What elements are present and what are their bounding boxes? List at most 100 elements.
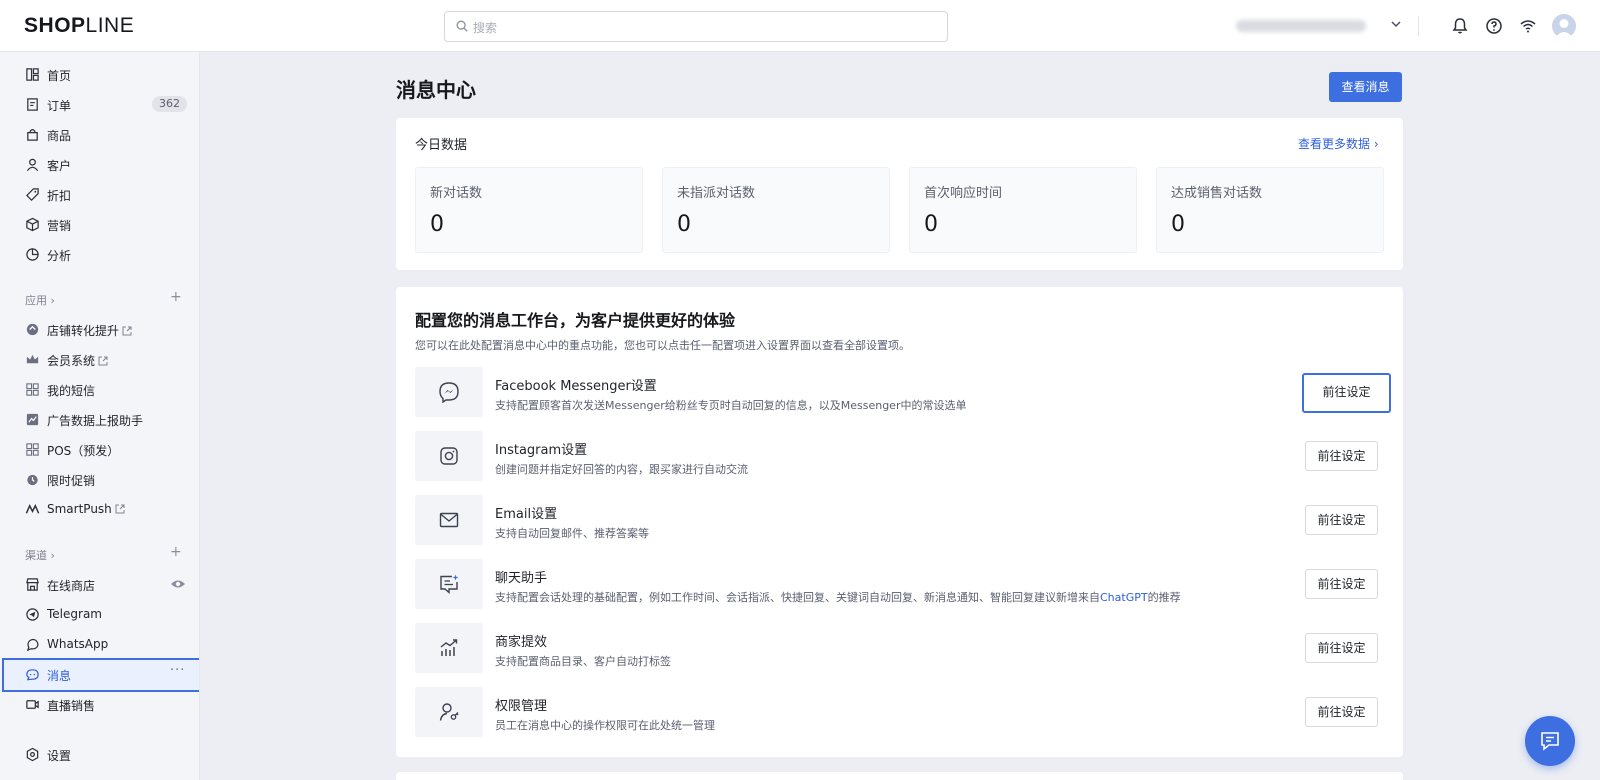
config-row-merchant-efficiency: 商家提效 支持配置商品目录、客户自动打标签 前往设定 (415, 623, 1385, 673)
sidebar-item-messages[interactable]: 消息 ··· (2, 658, 199, 692)
sidebar-item-orders[interactable]: 订单 362 (4, 90, 199, 120)
bag-icon (27, 128, 38, 141)
sidebar-item-label: 分析 (47, 249, 72, 263)
sidebar-item-label: 客户 (47, 159, 72, 173)
message-icon (26, 669, 39, 681)
config-row-instagram: Instagram设置 创建问题并指定好回答的内容，跟买家进行自动交流 前往设定 (415, 431, 1385, 481)
apps-grid-icon (26, 443, 39, 456)
config-description: 支持配置会话处理的基础配置，例如工作时间、会话指派、快捷回复、关键词自动回复、新… (495, 591, 1181, 604)
sidebar-item-customers[interactable]: 客户 (4, 150, 199, 180)
chatgpt-link[interactable]: ChatGPT (1100, 591, 1148, 604)
sidebar-item-membership[interactable]: 会员系统 (4, 345, 199, 375)
clock-icon (27, 474, 38, 486)
ad-chart-icon (26, 413, 39, 426)
view-messages-button[interactable]: 查看消息 (1329, 72, 1402, 102)
stat-label: 新对话数 (430, 186, 483, 201)
go-settings-button[interactable]: 前往设定 (1305, 569, 1378, 599)
sidebar-item-label: 限时促销 (47, 474, 96, 488)
sidebar-item-label: 首页 (47, 69, 72, 83)
stat-card: 首次响应时间 0 (909, 167, 1137, 253)
wifi-icon[interactable] (1518, 16, 1538, 36)
search-input[interactable]: 搜索 (444, 11, 948, 42)
help-icon[interactable] (1484, 16, 1504, 36)
store-switcher[interactable] (1236, 17, 1401, 33)
config-description: 支持自动回复邮件、推荐答案等 (495, 527, 649, 540)
next-card-edge (396, 772, 1403, 780)
sidebar-item-live-selling[interactable]: 直播销售 (4, 690, 199, 720)
more-options-icon[interactable]: ··· (170, 663, 185, 678)
sidebar-item-analytics[interactable]: 分析 (4, 240, 199, 270)
add-app-icon[interactable]: + (170, 289, 182, 305)
tag-icon (26, 188, 39, 201)
sidebar-item-store-conversion[interactable]: 店铺转化提升 (4, 315, 199, 345)
go-settings-button[interactable]: 前往设定 (1305, 505, 1378, 535)
sidebar-item-online-store[interactable]: 在线商店 (4, 570, 199, 600)
cube-icon (26, 217, 39, 232)
sidebar-item-settings[interactable]: 设置 (4, 740, 199, 770)
sidebar-item-label: WhatsApp (47, 637, 109, 651)
chat-support-button[interactable] (1525, 716, 1575, 766)
config-title: 商家提效 (495, 635, 548, 650)
sidebar-item-home[interactable]: 首页 (4, 60, 199, 90)
go-settings-button[interactable]: 前往设定 (1305, 633, 1378, 663)
go-settings-button[interactable]: 前往设定 (1305, 441, 1378, 471)
sidebar-item-label: Telegram (47, 607, 102, 621)
eye-icon[interactable] (170, 577, 186, 591)
user-icon (26, 158, 39, 171)
avatar[interactable] (1552, 14, 1576, 38)
sidebar-item-discounts[interactable]: 折扣 (4, 180, 199, 210)
stat-card: 达成销售对话数 0 (1156, 167, 1384, 253)
external-link-icon (98, 356, 108, 366)
stat-value: 0 (924, 212, 938, 237)
layout-icon (26, 68, 39, 81)
search-placeholder: 搜索 (473, 21, 498, 35)
config-description: 支持配置顾客首次发送Messenger给粉丝专页时自动回复的信息，以及Messe… (495, 399, 967, 412)
sidebar-item-flash-sale[interactable]: 限时促销 (4, 465, 199, 495)
conversion-app-icon (26, 323, 39, 336)
stat-label: 首次响应时间 (924, 186, 1003, 201)
config-row-messenger: Facebook Messenger设置 支持配置顾客首次发送Messenger… (415, 367, 1391, 417)
sidebar-item-smartpush[interactable]: SmartPush (4, 495, 199, 525)
sidebar-item-sms[interactable]: 我的短信 (4, 375, 199, 405)
sidebar-item-label: 我的短信 (47, 384, 96, 398)
sidebar-item-label: 商品 (47, 129, 72, 143)
stat-card: 新对话数 0 (415, 167, 643, 253)
whatsapp-icon (26, 638, 39, 652)
shopline-logo[interactable]: SHOPLINE (24, 14, 134, 38)
gear-icon (26, 747, 39, 762)
view-more-data-link[interactable]: 查看更多数据 › (1298, 135, 1379, 152)
sidebar-item-ad-data[interactable]: 广告数据上报助手 (4, 405, 199, 435)
bell-icon[interactable] (1450, 16, 1470, 36)
external-link-icon (122, 326, 132, 336)
sidebar-item-products[interactable]: 商品 (4, 120, 199, 150)
config-subline: 您可以在此处配置消息中心中的重点功能，您也可以点击任一配置项进入设置界面以查看全… (415, 339, 910, 352)
stat-label: 未指派对话数 (677, 186, 756, 201)
go-settings-button[interactable]: 前往设定 (1305, 697, 1378, 727)
sidebar-item-whatsapp[interactable]: WhatsApp (4, 630, 199, 660)
config-title: Email设置 (495, 507, 558, 522)
sidebar-item-label: 广告数据上报助手 (47, 414, 144, 428)
crown-icon (26, 354, 39, 364)
config-title: 权限管理 (495, 699, 548, 714)
icon-tile (415, 623, 483, 673)
config-row-chat-assistant: 聊天助手 支持配置会话处理的基础配置，例如工作时间、会话指派、快捷回复、关键词自… (415, 559, 1385, 609)
search-icon (456, 20, 468, 32)
today-data-card: 今日数据 查看更多数据 › 新对话数 0 未指派对话数 0 首次响应时间 0 达… (396, 118, 1403, 270)
sidebar-item-marketing[interactable]: 营销 (4, 210, 199, 240)
channels-section-header[interactable]: 渠道 › (25, 547, 55, 563)
sidebar-item-telegram[interactable]: Telegram (4, 600, 199, 630)
apps-section-header[interactable]: 应用 › (25, 292, 55, 308)
external-link-icon (115, 504, 125, 514)
chat-bubble-icon (1541, 732, 1559, 751)
go-settings-button[interactable]: 前往设定 (1302, 373, 1391, 413)
pie-icon (26, 248, 39, 261)
email-icon (439, 512, 459, 528)
sidebar-item-label: 折扣 (47, 189, 72, 203)
order-count-badge: 362 (152, 96, 187, 112)
sidebar-item-pos[interactable]: POS（预发） (4, 435, 199, 465)
instagram-icon (440, 447, 458, 465)
config-row-email: Email设置 支持自动回复邮件、推荐答案等 前往设定 (415, 495, 1385, 545)
icon-tile (415, 687, 483, 737)
add-channel-icon[interactable]: + (170, 544, 182, 560)
smartpush-icon (25, 503, 40, 514)
